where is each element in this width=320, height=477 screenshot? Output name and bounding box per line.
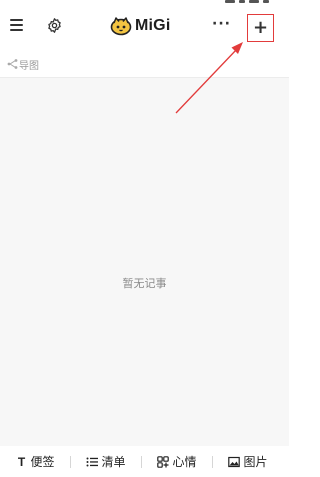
notes-list: 暂无记事 — [0, 78, 289, 446]
new-text-note-button[interactable]: T 便签 — [0, 446, 70, 477]
logo-mascot-icon — [110, 17, 132, 36]
more-options-icon[interactable]: ··· — [212, 17, 231, 31]
new-mood-button[interactable]: 心情 — [142, 446, 212, 477]
mind-map-bar[interactable]: 导图 — [0, 52, 289, 78]
plus-icon: + — [252, 17, 269, 38]
mood-icon — [157, 455, 170, 468]
text-note-label: 便签 — [30, 455, 55, 469]
image-label: 图片 — [243, 455, 268, 469]
app-logo: MiGi — [110, 13, 170, 39]
bottom-toolbar: T 便签 清单 心情 图片 — [0, 446, 289, 477]
image-icon — [228, 456, 241, 467]
gear-icon[interactable] — [46, 17, 63, 34]
mind-map-label: 导图 — [19, 61, 39, 72]
add-note-button[interactable]: + — [247, 14, 274, 42]
text-icon: T — [17, 454, 26, 469]
new-image-button[interactable]: 图片 — [213, 446, 283, 477]
menu-icon[interactable] — [10, 19, 23, 31]
checklist-label: 清单 — [101, 455, 126, 469]
empty-state-message: 暂无记事 — [122, 277, 167, 290]
new-checklist-button[interactable]: 清单 — [71, 446, 141, 477]
status-bar — [225, 0, 271, 3]
list-icon — [86, 457, 99, 466]
mind-map-icon — [7, 59, 18, 69]
mood-label: 心情 — [172, 455, 197, 469]
logo-text: MiGi — [135, 17, 171, 34]
top-toolbar: MiGi ··· + — [0, 10, 289, 46]
